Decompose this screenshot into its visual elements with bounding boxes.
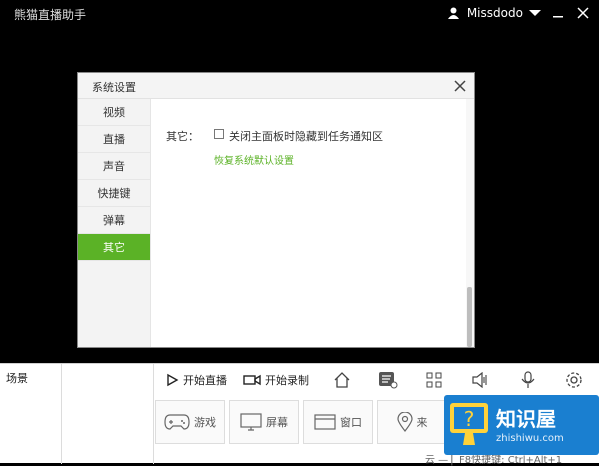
option-label: 其它： (166, 130, 199, 143)
home-button[interactable] (331, 369, 353, 391)
content-scrollbar[interactable] (466, 99, 474, 347)
user-icon (448, 7, 459, 19)
source-window-label: 窗口 (340, 416, 362, 429)
source-location-label: 来 (416, 416, 428, 429)
start-live-label: 开始直播 (183, 374, 227, 387)
scene-panel: 场景 (0, 364, 62, 464)
danmaku-button[interactable] (377, 369, 399, 391)
play-icon (167, 373, 179, 387)
gear-icon (566, 372, 582, 388)
username: Missdodo (466, 6, 523, 20)
start-record-button[interactable]: 开始录制 (243, 368, 309, 392)
home-icon (334, 372, 350, 388)
dialog-title: 系统设置 (92, 81, 136, 94)
watermark-badge: ? 知识屋 zhishiwu.com (444, 395, 599, 455)
action-toolbar: 开始直播 开始录制 (155, 364, 599, 396)
source-screen-button[interactable]: 屏幕 (229, 400, 299, 444)
settings-nav: 视频 直播 声音 快捷键 弹幕 其它 (78, 99, 151, 347)
location-pin-icon (396, 412, 413, 432)
watermark-domain: zhishiwu.com (496, 433, 564, 444)
svg-text:?: ? (464, 407, 475, 431)
source-game-button[interactable]: 游戏 (155, 400, 225, 444)
minimize-icon[interactable] (549, 4, 567, 22)
nav-item-danmaku[interactable]: 弹幕 (78, 207, 150, 234)
nav-item-other[interactable]: 其它 (78, 234, 150, 261)
hide-to-tray-checkbox[interactable] (214, 129, 224, 139)
scene-list-panel (62, 364, 154, 464)
scene-label: 场景 (6, 372, 28, 385)
start-live-button[interactable]: 开始直播 (165, 368, 227, 392)
danmaku-icon (379, 372, 398, 389)
nav-item-live[interactable]: 直播 (78, 126, 150, 153)
source-screen-label: 屏幕 (266, 416, 288, 429)
gamepad-icon (164, 414, 190, 430)
settings-dialog: 系统设置 视频 直播 声音 快捷键 弹幕 其它 其它： 关闭主面板时隐藏到任务通… (77, 72, 475, 348)
start-record-label: 开始录制 (265, 374, 309, 387)
app-title: 熊猫直播助手 (14, 8, 87, 22)
nav-item-audio[interactable]: 声音 (78, 153, 150, 180)
source-location-button[interactable]: 来 (377, 400, 447, 444)
source-game-label: 游戏 (194, 416, 216, 429)
nav-item-hotkeys[interactable]: 快捷键 (78, 180, 150, 207)
settings-content: 其它： 关闭主面板时隐藏到任务通知区 恢复系统默认设置 (152, 99, 474, 347)
user-menu[interactable]: Missdodo (448, 6, 523, 20)
grid-layout-button[interactable] (423, 369, 445, 391)
settings-button[interactable] (563, 369, 585, 391)
watermark-logo-icon: ? (450, 403, 488, 445)
speaker-icon (472, 372, 487, 388)
microphone-button[interactable] (517, 369, 539, 391)
monitor-icon (240, 413, 262, 431)
source-window-button[interactable]: 窗口 (303, 400, 373, 444)
speaker-button[interactable] (469, 369, 491, 391)
grid-icon (426, 372, 442, 388)
dropdown-triangle-icon[interactable] (526, 4, 544, 22)
hide-to-tray-label[interactable]: 关闭主面板时隐藏到任务通知区 (229, 128, 383, 144)
dialog-header: 系统设置 (78, 73, 474, 99)
window-icon (314, 414, 336, 430)
dialog-close-icon[interactable] (452, 78, 468, 94)
watermark-brand: 知识屋 (496, 407, 556, 431)
close-icon[interactable] (574, 4, 592, 22)
restore-defaults-link[interactable]: 恢复系统默认设置 (214, 152, 294, 167)
title-bar: 熊猫直播助手 Missdodo (0, 0, 599, 28)
scroll-thumb[interactable] (467, 287, 472, 347)
nav-item-video[interactable]: 视频 (78, 99, 150, 126)
microphone-icon (521, 371, 535, 388)
video-camera-icon (243, 374, 261, 386)
